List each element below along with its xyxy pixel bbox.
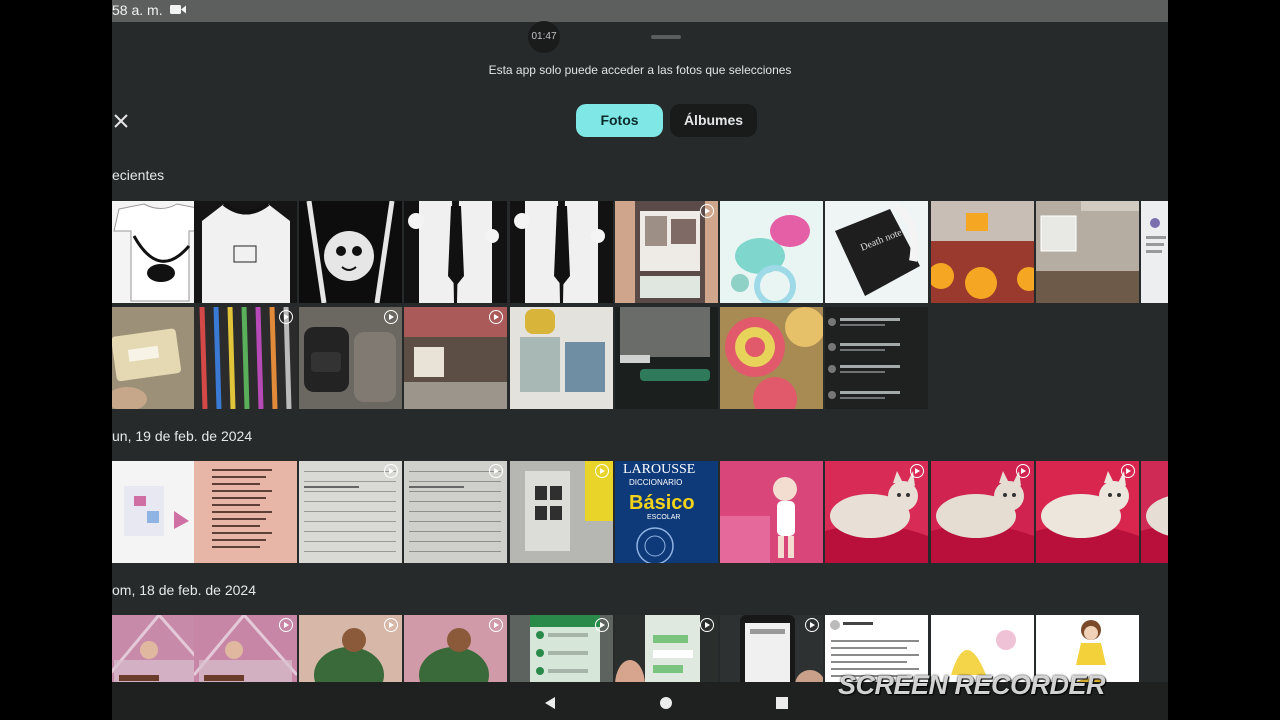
photo-thumbnail[interactable]: [404, 307, 507, 409]
video-camera-icon: [170, 4, 186, 15]
photo-row: [112, 307, 1168, 409]
photo-thumbnail[interactable]: [299, 461, 402, 563]
photo-thumbnail[interactable]: [931, 461, 1034, 563]
video-play-icon: [700, 618, 714, 632]
close-icon[interactable]: [112, 110, 132, 132]
photo-thumbnail[interactable]: [615, 307, 718, 409]
photo-thumbnail[interactable]: [720, 461, 823, 563]
photo-thumbnail[interactable]: [510, 307, 613, 409]
svg-text:LAROUSSE: LAROUSSE: [623, 462, 695, 477]
photo-thumbnail[interactable]: [615, 201, 718, 303]
photo-thumbnail[interactable]: [404, 201, 507, 303]
video-play-icon: [1121, 464, 1135, 478]
video-play-icon: [805, 618, 819, 632]
photo-thumbnail[interactable]: [510, 201, 613, 303]
photo-thumbnail[interactable]: [1141, 461, 1168, 563]
photo-thumbnail[interactable]: [404, 461, 507, 563]
tab-fotos[interactable]: Fotos: [576, 104, 663, 137]
video-play-icon: [384, 464, 398, 478]
home-circle-icon[interactable]: [660, 697, 672, 709]
section-title-feb-18: om, 18 de feb. de 2024: [112, 582, 256, 598]
sheet-drag-handle[interactable]: [651, 35, 681, 39]
video-play-icon: [279, 310, 293, 324]
video-play-icon: [489, 464, 503, 478]
photo-thumbnail[interactable]: [299, 201, 402, 303]
phone-screen: 58 a. m. 01:47 Esta app solo puede acced…: [112, 0, 1168, 720]
video-play-icon: [489, 310, 503, 324]
video-play-icon: [384, 618, 398, 632]
section-title-feb-19: un, 19 de feb. de 2024: [112, 428, 252, 444]
video-play-icon: [910, 464, 924, 478]
svg-text:ESCOLAR: ESCOLAR: [647, 514, 680, 521]
status-bar: 58 a. m.: [112, 0, 1168, 22]
photo-thumbnail[interactable]: [194, 201, 297, 303]
photo-thumbnail[interactable]: [720, 307, 823, 409]
photo-thumbnail[interactable]: [931, 201, 1034, 303]
video-play-icon: [1016, 464, 1030, 478]
screen-recorder-watermark: SCREEN RECORDER: [838, 670, 1105, 701]
section-title-recent: ecientes: [112, 167, 164, 183]
photo-thumbnail[interactable]: Death note: [825, 201, 928, 303]
photo-thumbnail[interactable]: [720, 201, 823, 303]
video-play-icon: [384, 310, 398, 324]
recording-timer: 01:47: [528, 21, 560, 53]
video-play-icon: [700, 204, 714, 218]
photo-thumbnail[interactable]: LAROUSSEDICCIONARIO BásicoESCOLAR: [615, 461, 718, 563]
back-triangle-icon[interactable]: [543, 696, 557, 710]
photo-thumbnail[interactable]: [1036, 201, 1139, 303]
photo-thumbnail[interactable]: [825, 307, 928, 409]
photo-thumbnail[interactable]: [510, 461, 613, 563]
status-time: 58 a. m.: [112, 2, 163, 18]
photo-thumbnail[interactable]: [825, 461, 928, 563]
video-play-icon: [595, 618, 609, 632]
recents-square-icon[interactable]: [776, 697, 788, 709]
photo-thumbnail[interactable]: [194, 461, 297, 563]
photo-row: Death note: [112, 201, 1168, 303]
video-play-icon: [595, 464, 609, 478]
photo-thumbnail[interactable]: [299, 307, 402, 409]
tab-albumes[interactable]: Álbumes: [670, 104, 757, 137]
access-note: Esta app solo puede acceder a las fotos …: [112, 63, 1168, 77]
svg-text:DICCIONARIO: DICCIONARIO: [629, 478, 682, 487]
photo-row: LAROUSSEDICCIONARIO BásicoESCOLAR: [112, 461, 1168, 563]
photo-thumbnail[interactable]: [194, 307, 297, 409]
photo-thumbnail[interactable]: [1036, 461, 1139, 563]
video-play-icon: [279, 618, 293, 632]
photo-thumbnail[interactable]: [1141, 201, 1168, 303]
svg-text:Básico: Básico: [629, 492, 695, 514]
video-play-icon: [489, 618, 503, 632]
